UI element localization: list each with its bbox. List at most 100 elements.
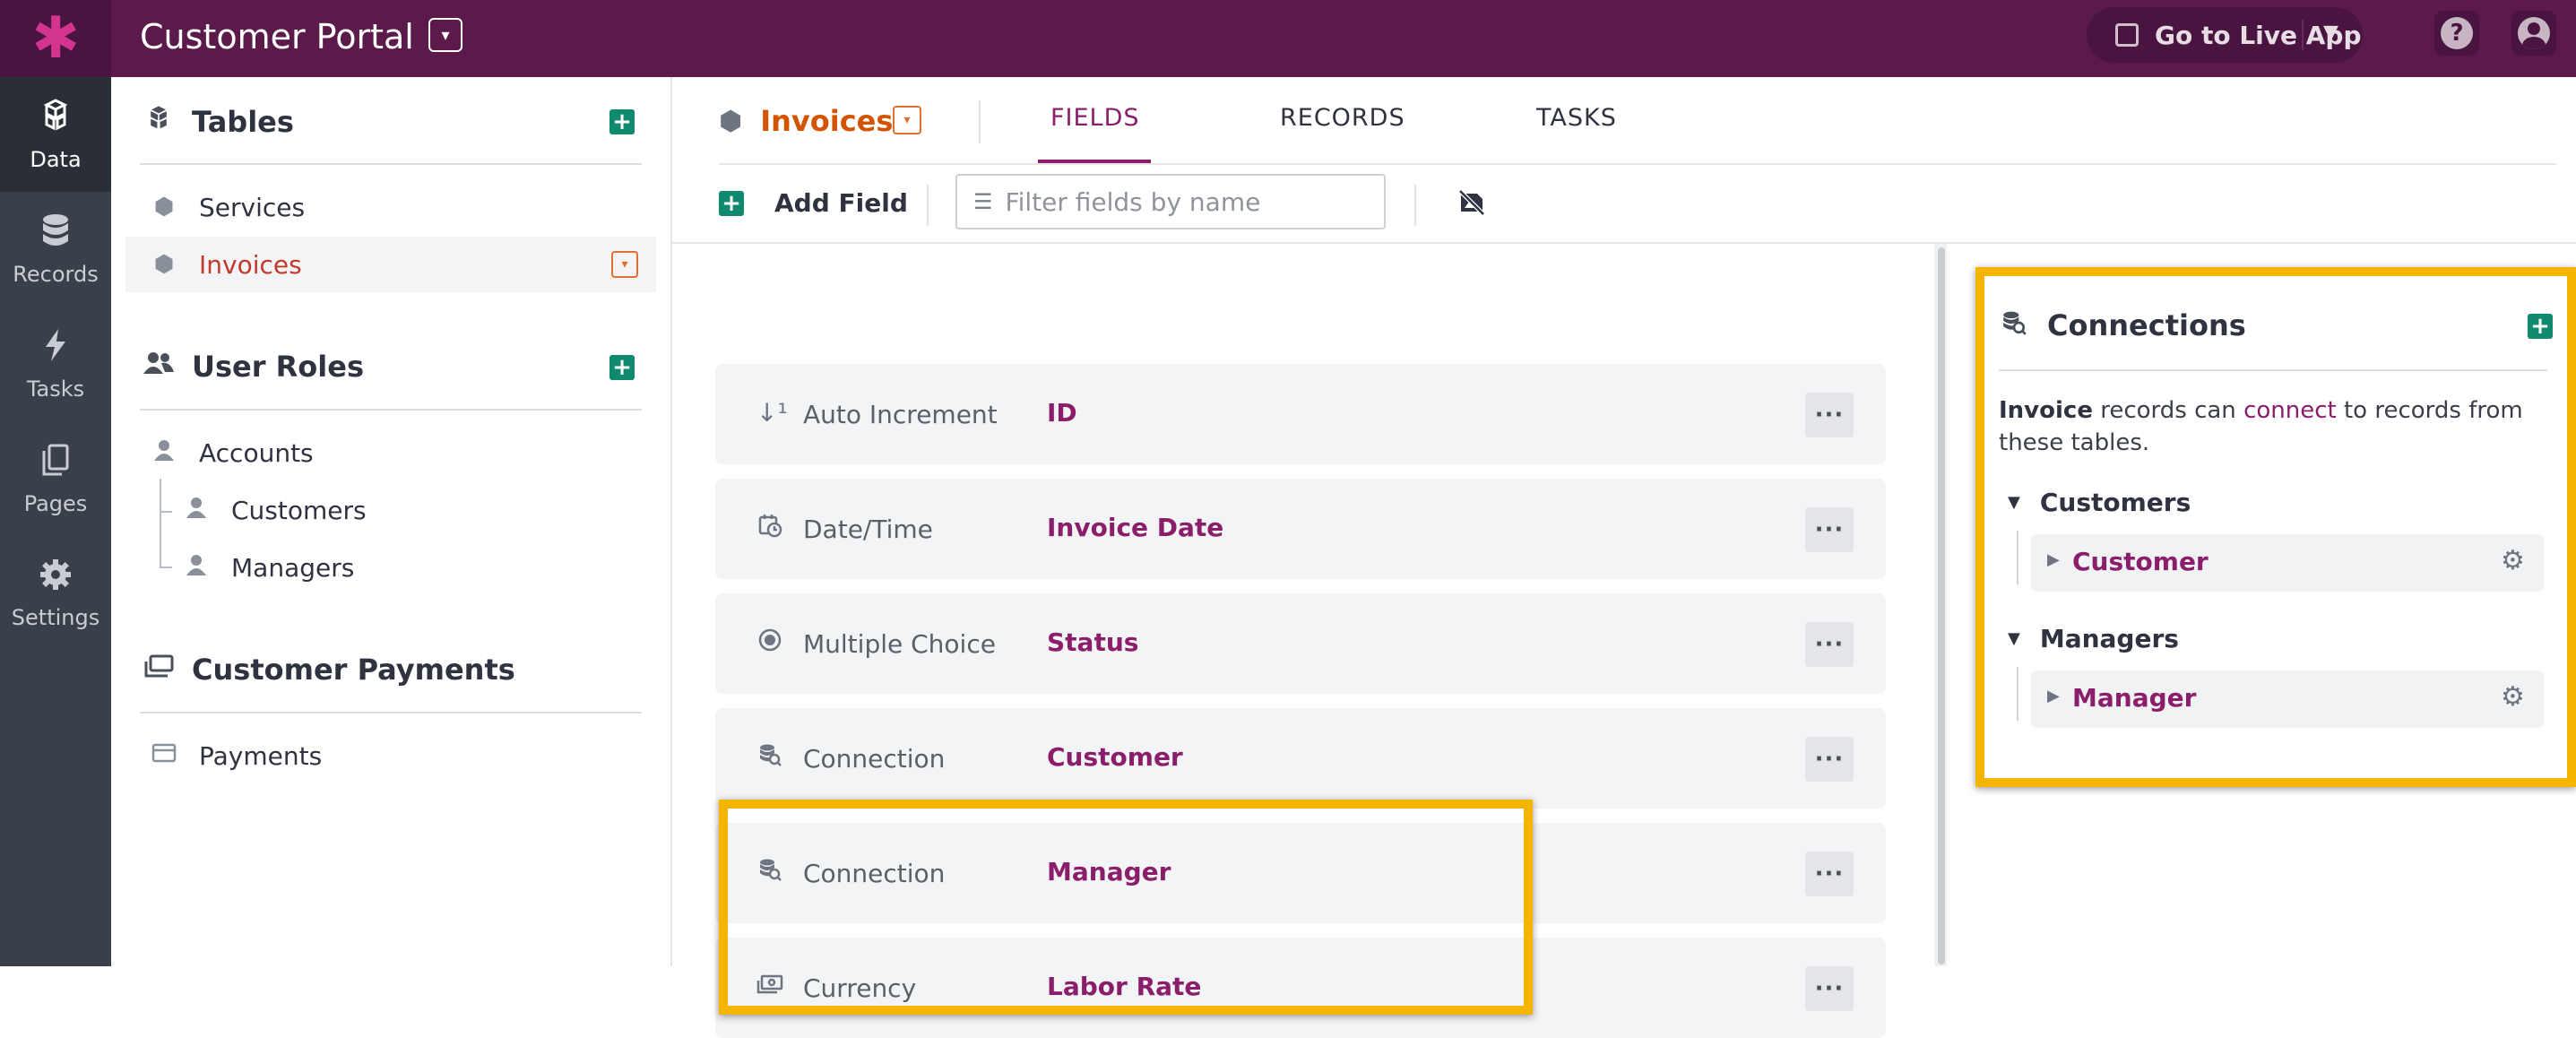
sidebar-item-invoices[interactable]: ⬢ Invoices ▾ (125, 237, 656, 292)
connections-title-label: Connections (2047, 308, 2246, 342)
user-menu-button[interactable] (2511, 11, 2556, 56)
sidebar-item-managers[interactable]: Managers (158, 540, 656, 595)
connect-link[interactable]: connect (2243, 397, 2337, 424)
nav-label-records: Records (13, 261, 99, 287)
field-type: Connection (803, 744, 946, 774)
help-button[interactable]: ? (2434, 11, 2479, 56)
tables-heading: Tables (143, 104, 294, 140)
pages-icon (40, 442, 71, 486)
connection-group-managers[interactable]: ▼ Managers (2008, 624, 2179, 653)
gear-icon[interactable]: ⚙ (2501, 681, 2525, 713)
tab-tasks[interactable]: TASKS (1536, 104, 1617, 132)
connections-desc-table: Invoice (1999, 397, 2093, 424)
app-title: Customer Portal (140, 17, 414, 56)
divider (1414, 185, 1416, 226)
field-name[interactable]: Status (1047, 627, 1138, 657)
nav-item-data[interactable]: Data (0, 77, 111, 192)
add-field-button[interactable]: + Add Field (719, 188, 908, 218)
field-row[interactable]: Multiple Choice Status ··· (715, 593, 1886, 694)
app-menu-chevron-icon[interactable]: ▾ (428, 18, 462, 52)
field-type: Date/Time (803, 515, 933, 544)
sidebar-item-payments[interactable]: Payments (125, 728, 656, 783)
asterisk-logo-icon[interactable]: ✱ (0, 0, 111, 77)
connection-icon (2001, 309, 2027, 342)
tree-line (2017, 667, 2018, 721)
nav-item-pages[interactable]: Pages (0, 421, 111, 536)
connection-group-customers[interactable]: ▼ Customers (2008, 488, 2191, 517)
nav-label-tasks: Tasks (26, 376, 85, 402)
filter-placeholder: Filter fields by name (1005, 186, 1261, 217)
plus-icon: + (719, 190, 744, 216)
field-row[interactable]: Connection Customer ··· (715, 708, 1886, 809)
sidebar-item-customers[interactable]: Customers (158, 482, 656, 538)
gear-icon[interactable]: ⚙ (2501, 545, 2525, 576)
more-options-button[interactable]: ··· (1805, 737, 1854, 782)
field-row[interactable]: Date/Time Invoice Date ··· (715, 479, 1886, 579)
sidebar-item-label: Accounts (199, 437, 314, 468)
tab-records[interactable]: RECORDS (1280, 104, 1405, 132)
connection-item-customer[interactable]: ▶ Customer ⚙ (2031, 534, 2544, 592)
connection-group-label: Customers (2039, 488, 2191, 517)
connections-description: Invoice records can connect to records f… (1999, 394, 2537, 459)
sidebar-item-services[interactable]: ⬢ Services (125, 179, 656, 235)
hide-images-icon[interactable] (1457, 188, 1486, 217)
field-type: Auto Increment (803, 400, 998, 429)
live-app-divider (2302, 20, 2304, 50)
more-options-button[interactable]: ··· (1805, 393, 1854, 437)
connection-item-manager[interactable]: ▶ Manager ⚙ (2031, 670, 2544, 728)
tables-heading-label: Tables (192, 105, 294, 139)
field-name[interactable]: ID (1047, 398, 1077, 428)
credit-card-icon (143, 742, 185, 769)
cube-icon: ⬢ (153, 194, 175, 221)
table-title: ⬢ Invoices (719, 104, 893, 138)
sidebar-item-accounts[interactable]: Accounts (125, 425, 656, 480)
left-nav: Data Records Tasks Pages Settings (0, 77, 111, 966)
tree-line (2017, 531, 2018, 584)
connections-panel: Connections + Invoice records can connec… (1975, 267, 2576, 787)
filter-icon: ☰ (973, 189, 993, 214)
sidebar-item-label: Customers (231, 495, 367, 525)
database-icon (39, 212, 72, 256)
live-app-dropdown-icon[interactable]: ▼ (2323, 22, 2338, 44)
calendar-clock-icon (756, 513, 783, 544)
divider (979, 100, 981, 143)
nav-item-tasks[interactable]: Tasks (0, 307, 111, 421)
tab-fields[interactable]: FIELDS (1050, 104, 1140, 132)
connection-icon (756, 742, 783, 774)
external-link-icon (2115, 23, 2139, 47)
fields-list: ↓¹ Auto Increment ID ··· Date/Time Invoi… (672, 244, 1932, 1038)
nav-item-settings[interactable]: Settings (0, 536, 111, 651)
nav-item-records[interactable]: Records (0, 192, 111, 307)
more-options-button[interactable]: ··· (1805, 966, 1854, 1011)
add-table-button[interactable]: + (609, 109, 635, 134)
caret-right-icon: ▶ (2047, 550, 2060, 569)
add-connection-button[interactable]: + (2528, 314, 2553, 339)
more-options-button[interactable]: ··· (1805, 852, 1854, 896)
filter-fields-input[interactable]: ☰ Filter fields by name (955, 174, 1386, 229)
scrollbar-thumb[interactable] (1938, 247, 1945, 964)
divider (1999, 369, 2547, 371)
add-field-label: Add Field (774, 188, 908, 218)
field-name[interactable]: Customer (1047, 742, 1183, 772)
connection-fields-highlight (719, 800, 1533, 1015)
more-options-button[interactable]: ··· (1805, 507, 1854, 552)
divider (140, 163, 642, 165)
field-row[interactable]: ↓¹ Auto Increment ID ··· (715, 364, 1886, 464)
more-options-button[interactable]: ··· (1805, 622, 1854, 667)
sidebar-item-label: Managers (231, 552, 355, 583)
sidebar-item-label: Payments (199, 740, 323, 771)
nav-label-data: Data (30, 146, 82, 172)
connections-title: Connections (2001, 308, 2246, 342)
cubes-icon (38, 98, 73, 142)
sort-numeric-icon: ↓¹ (756, 398, 788, 428)
add-user-role-button[interactable]: + (609, 355, 635, 380)
divider (140, 712, 642, 714)
table-tabs-bar: ⬢ Invoices ▾ FIELDS RECORDS TASKS (672, 77, 2576, 165)
data-sidebar: Tables + ⬢ Services ⬢ Invoices ▾ User Ro… (111, 77, 672, 966)
field-name[interactable]: Invoice Date (1047, 513, 1223, 542)
field-type: Multiple Choice (803, 629, 996, 659)
nav-label-settings: Settings (11, 604, 100, 630)
table-menu-chevron-icon[interactable]: ▾ (893, 106, 921, 134)
chevron-down-icon[interactable]: ▾ (611, 251, 638, 278)
go-to-live-app-button[interactable]: Go to Live App ▼ (2087, 7, 2363, 63)
